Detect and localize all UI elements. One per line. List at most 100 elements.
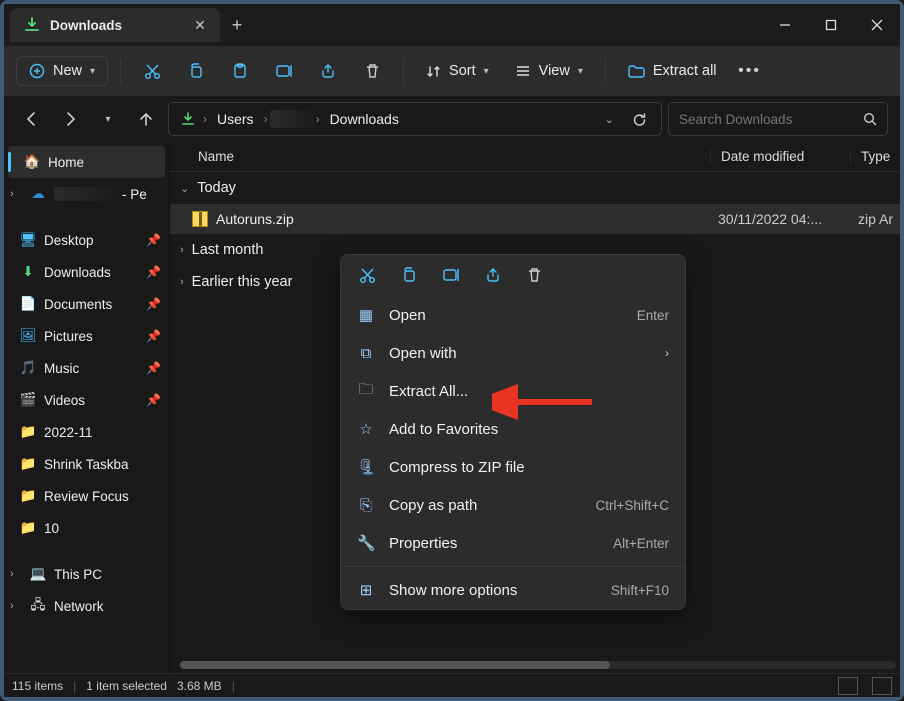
sidebar-videos[interactable]: 🎬Videos📌 — [4, 384, 169, 416]
up-button[interactable] — [130, 103, 162, 135]
group-today[interactable]: ⌄Today — [170, 172, 900, 204]
ctx-compress[interactable]: 🗜Compress to ZIP file — [341, 448, 685, 486]
sidebar-home[interactable]: 🏠 Home — [8, 146, 165, 178]
chevron-down-icon[interactable]: ⌄ — [597, 113, 622, 126]
videos-icon: 🎬 — [20, 392, 36, 408]
recent-button[interactable]: ▾ — [92, 103, 124, 135]
navigation-bar: ▾ › Users › › Downloads ⌄ — [4, 96, 900, 142]
column-type[interactable]: Type — [850, 149, 900, 164]
extract-icon: 🗀 — [357, 379, 375, 404]
view-button[interactable]: View ▾ — [505, 57, 593, 85]
sidebar-downloads[interactable]: ⬇Downloads📌 — [4, 256, 169, 288]
search-icon — [863, 112, 877, 126]
thumbnails-view-icon[interactable] — [872, 677, 892, 695]
zip-icon — [192, 211, 208, 227]
share-icon[interactable] — [309, 54, 347, 88]
sidebar-item-label: Videos — [44, 393, 85, 408]
sidebar-thispc[interactable]: ›💻This PC — [4, 558, 169, 590]
chevron-down-icon: ▾ — [578, 66, 583, 77]
back-button[interactable] — [16, 103, 48, 135]
sidebar: 🏠 Home › ☁ - Pe 🖥Desktop📌 ⬇Downloads📌 📄D… — [4, 142, 170, 673]
pin-icon: 📌 — [146, 361, 161, 375]
more-button[interactable]: ••• — [733, 62, 767, 80]
open-with-icon: ⧉ — [357, 345, 375, 362]
copy-icon[interactable] — [401, 267, 421, 284]
file-name: Autoruns.zip — [216, 211, 294, 227]
pictures-icon: 🖼 — [20, 328, 36, 344]
new-label: New — [53, 63, 82, 79]
copy-path-icon: ⎘ — [357, 497, 375, 514]
sidebar-folder-2[interactable]: 📁Shrink Taskba — [4, 448, 169, 480]
sidebar-item-label: Desktop — [44, 233, 94, 248]
crumb-downloads[interactable]: Downloads — [322, 109, 407, 129]
sidebar-item-label: Documents — [44, 297, 112, 312]
sidebar-item-label: Review Focus — [44, 489, 129, 504]
sidebar-music[interactable]: 🎵Music📌 — [4, 352, 169, 384]
sidebar-documents[interactable]: 📄Documents📌 — [4, 288, 169, 320]
sidebar-item-label — [54, 187, 114, 201]
sidebar-pictures[interactable]: 🖼Pictures📌 — [4, 320, 169, 352]
context-menu: ▦OpenEnter ⧉Open with› 🗀Extract All... ☆… — [340, 254, 686, 610]
sidebar-item-label: Pictures — [44, 329, 93, 344]
forward-button[interactable] — [54, 103, 86, 135]
ctx-copy-path[interactable]: ⎘Copy as pathCtrl+Shift+C — [341, 486, 685, 524]
extract-all-label: Extract all — [653, 63, 717, 79]
toolbar: New ▾ Sort ▾ View ▾ Extract all ••• — [4, 46, 900, 96]
plus-circle-icon — [29, 63, 45, 79]
paste-icon[interactable] — [221, 54, 259, 88]
status-bar: 115 items | 1 item selected 3.68 MB | — [4, 673, 900, 697]
sort-button[interactable]: Sort ▾ — [416, 57, 499, 85]
crumb-users[interactable]: Users — [209, 109, 262, 129]
sidebar-onedrive[interactable]: › ☁ - Pe — [4, 178, 169, 210]
scrollbar-horizontal[interactable] — [180, 661, 896, 669]
ctx-open[interactable]: ▦OpenEnter — [341, 296, 685, 334]
close-tab-icon[interactable]: ✕ — [188, 17, 212, 34]
breadcrumb[interactable]: › Users › › Downloads ⌄ — [168, 102, 662, 136]
ctx-open-with[interactable]: ⧉Open with› — [341, 334, 685, 372]
maximize-button[interactable] — [808, 9, 854, 41]
title-bar: Downloads ✕ + — [4, 4, 900, 46]
context-quick-actions — [341, 255, 685, 296]
sidebar-item-label: 10 — [44, 521, 59, 536]
column-name[interactable]: Name — [170, 149, 710, 164]
search-box[interactable] — [668, 102, 888, 136]
status-selected: 1 item selected — [86, 679, 167, 693]
chevron-right-icon: › — [10, 568, 22, 580]
rename-icon[interactable] — [443, 267, 463, 284]
copy-icon[interactable] — [177, 54, 215, 88]
cloud-icon: ☁ — [30, 186, 46, 202]
sidebar-item-suffix: - Pe — [122, 187, 147, 202]
sidebar-desktop[interactable]: 🖥Desktop📌 — [4, 224, 169, 256]
share-icon[interactable] — [485, 267, 505, 284]
close-button[interactable] — [854, 9, 900, 41]
group-label: Today — [197, 180, 236, 196]
ctx-more-options[interactable]: ⊞Show more optionsShift+F10 — [341, 571, 685, 609]
group-label: Last month — [192, 242, 264, 258]
download-icon: ⬇ — [20, 264, 36, 280]
sidebar-item-label: 2022-11 — [44, 425, 93, 440]
search-input[interactable] — [679, 112, 863, 127]
delete-icon[interactable] — [353, 54, 391, 88]
rename-icon[interactable] — [265, 54, 303, 88]
ctx-properties[interactable]: 🔧PropertiesAlt+Enter — [341, 524, 685, 562]
chevron-right-icon: › — [10, 188, 22, 200]
sidebar-folder-1[interactable]: 📁2022-11 — [4, 416, 169, 448]
home-icon: 🏠 — [24, 154, 40, 170]
details-view-icon[interactable] — [838, 677, 858, 695]
refresh-icon[interactable] — [624, 112, 655, 127]
new-tab-button[interactable]: + — [220, 15, 254, 36]
new-button[interactable]: New ▾ — [16, 56, 108, 86]
status-size: 3.68 MB — [177, 679, 222, 693]
sidebar-folder-4[interactable]: 📁10 — [4, 512, 169, 544]
delete-icon[interactable] — [527, 267, 547, 284]
cut-icon[interactable] — [359, 267, 379, 284]
cut-icon[interactable] — [133, 54, 171, 88]
sidebar-folder-3[interactable]: 📁Review Focus — [4, 480, 169, 512]
tab-downloads[interactable]: Downloads ✕ — [10, 8, 220, 42]
minimize-button[interactable] — [762, 9, 808, 41]
file-row[interactable]: Autoruns.zip 30/11/2022 04:... zip Ar — [170, 204, 900, 234]
column-date[interactable]: Date modified — [710, 149, 850, 164]
crumb-user[interactable] — [270, 110, 314, 128]
extract-all-button[interactable]: Extract all — [618, 57, 727, 85]
sidebar-network[interactable]: ›🖧Network — [4, 590, 169, 622]
